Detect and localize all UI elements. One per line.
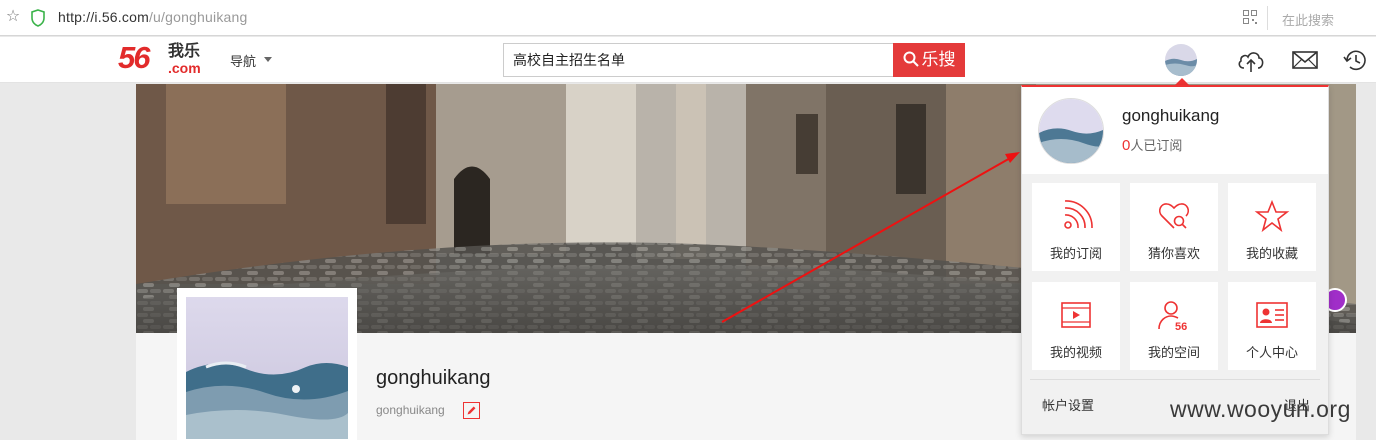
tile-personal-center[interactable]: 个人中心 [1228, 282, 1316, 370]
dropdown-caret [1175, 78, 1189, 85]
profile-sub-username: gonghuikang [376, 403, 445, 417]
tile-label: 个人中心 [1245, 345, 1298, 360]
search-button-label: 乐搜 [921, 50, 956, 69]
tile-favorites[interactable]: 我的收藏 [1228, 183, 1316, 271]
watermark: www.wooyun.org [1170, 396, 1351, 422]
dropdown-header: gonghuikang 0人已订阅 [1022, 87, 1328, 174]
subscriber-suffix: 人已订阅 [1130, 138, 1183, 153]
tile-recommendations[interactable]: 猜你喜欢 [1130, 183, 1218, 271]
logo-chinese: 我乐 [168, 43, 201, 60]
logo-number: 56 [118, 40, 151, 75]
tile-label: 我的视频 [1049, 345, 1102, 360]
upload-cloud-icon[interactable] [1236, 46, 1266, 74]
divider [1267, 6, 1268, 30]
url-host: http://i.56.com [58, 9, 149, 25]
profile-avatar[interactable] [177, 288, 357, 440]
site-logo[interactable]: 56 我乐 .com [118, 41, 210, 79]
star-icon [1254, 199, 1290, 233]
heart-search-icon [1159, 203, 1189, 229]
url-text[interactable]: http://i.56.com/u/gonghuikang [58, 9, 248, 25]
svg-text:56: 56 [1175, 321, 1187, 332]
tile-my-subscriptions[interactable]: 我的订阅 [1032, 183, 1120, 271]
subscriber-count: 0人已订阅 [1122, 135, 1182, 154]
tile-label: 猜你喜欢 [1147, 246, 1200, 261]
tile-label: 我的空间 [1147, 345, 1200, 360]
tile-my-space[interactable]: 56 我的空间 [1130, 282, 1218, 370]
qr-code-icon[interactable] [1243, 10, 1257, 24]
search-button[interactable]: 乐搜 [893, 43, 965, 77]
dropdown-username[interactable]: gonghuikang [1122, 106, 1219, 126]
search-icon [903, 51, 919, 67]
user-dropdown-menu: gonghuikang 0人已订阅 我的订阅 猜你喜欢 我的收藏 我的视频 56… [1021, 85, 1329, 435]
divider [1030, 379, 1320, 380]
account-settings-link[interactable]: 帐户设置 [1042, 395, 1094, 414]
url-path: /u/gonghuikang [148, 9, 248, 25]
shield-icon [31, 9, 45, 27]
page-root: ☆ http://i.56.com/u/gonghuikang 在此搜索 56 … [0, 0, 1376, 440]
tile-my-videos[interactable]: 我的视频 [1032, 282, 1120, 370]
browser-address-bar: ☆ http://i.56.com/u/gonghuikang 在此搜索 [0, 0, 1376, 36]
header-avatar[interactable] [1165, 44, 1197, 76]
logo-domain: .com [168, 60, 201, 76]
user-56-icon: 56 [1158, 301, 1187, 332]
mail-icon[interactable] [1290, 46, 1320, 74]
tile-label: 我的收藏 [1245, 246, 1298, 261]
rss-icon [1064, 200, 1093, 229]
bookmark-star-icon[interactable]: ☆ [4, 8, 22, 26]
id-card-icon [1256, 302, 1288, 328]
profile-username: gonghuikang [376, 367, 491, 389]
site-header: 56 我乐 .com 导航 高校自主招生名单 乐搜 [0, 37, 1376, 83]
edit-pencil-icon[interactable] [463, 402, 480, 419]
nav-menu[interactable]: 导航 [230, 51, 256, 70]
chevron-down-icon[interactable] [264, 57, 272, 62]
history-icon[interactable] [1340, 46, 1370, 74]
browser-search-box[interactable]: 在此搜索 [1282, 10, 1334, 29]
video-icon [1061, 302, 1091, 328]
dropdown-avatar[interactable] [1038, 98, 1104, 164]
search-input[interactable]: 高校自主招生名单 [503, 43, 894, 77]
tile-label: 我的订阅 [1049, 246, 1102, 261]
